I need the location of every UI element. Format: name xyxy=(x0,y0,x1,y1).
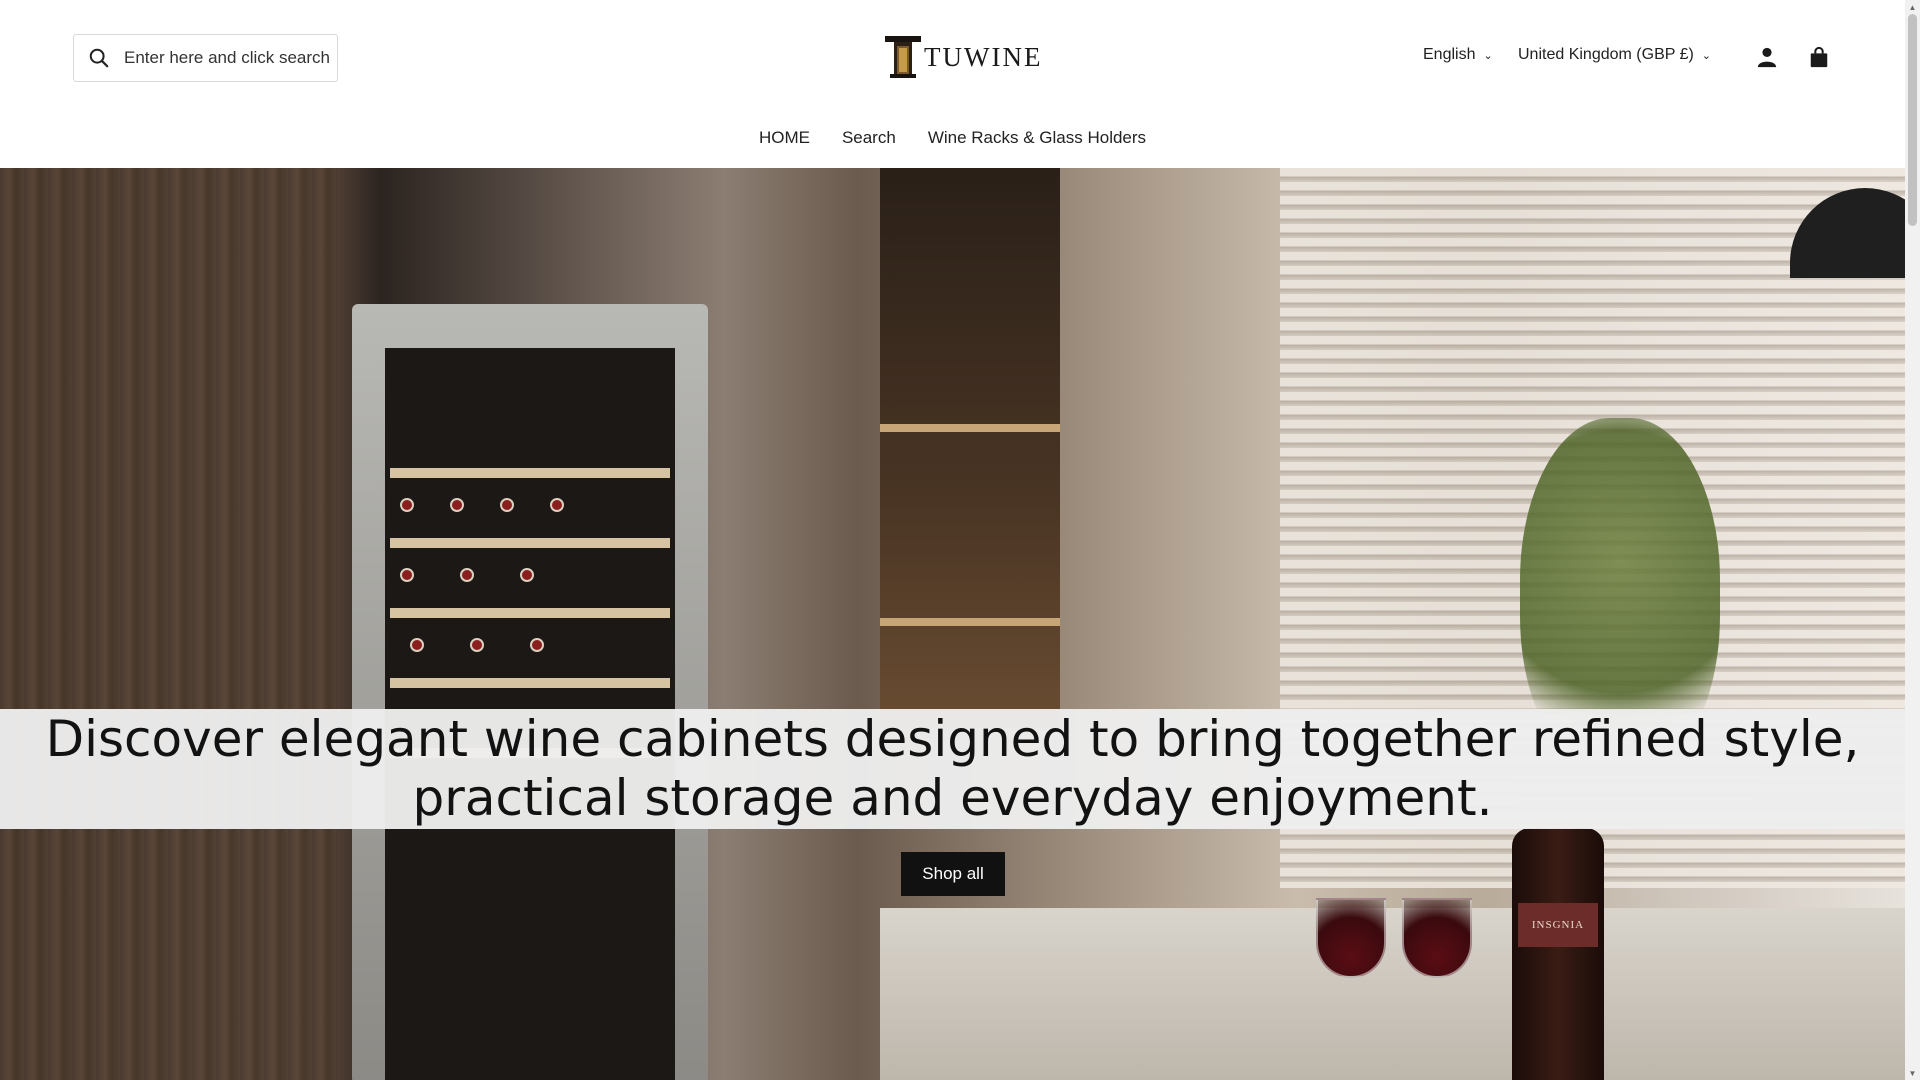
wine-bottle-end xyxy=(470,638,484,652)
wine-glass xyxy=(1316,898,1386,978)
cabinet-shelf xyxy=(390,678,670,688)
site-header: TUWINE English ⌄ United Kingdom (GBP £) … xyxy=(0,0,1905,168)
wine-glass xyxy=(1402,898,1472,978)
chevron-down-icon: ⌄ xyxy=(1701,49,1712,62)
nav-item-wine-racks[interactable]: Wine Racks & Glass Holders xyxy=(928,128,1146,148)
shopping-bag-icon[interactable] xyxy=(1808,46,1830,68)
wine-bottle-end xyxy=(520,568,534,582)
user-icon[interactable] xyxy=(1756,46,1778,68)
main-nav: HOME Search Wine Racks & Glass Holders xyxy=(0,128,1905,148)
glass-shelf-niche xyxy=(880,168,1060,728)
shop-all-button[interactable]: Shop all xyxy=(901,852,1005,896)
cabinet-shelf xyxy=(390,468,670,478)
hero-image: INSGNIA xyxy=(0,168,1905,1080)
wine-bottle-end xyxy=(400,498,414,512)
wine-bottle-end xyxy=(530,638,544,652)
bottle-label: INSGNIA xyxy=(1518,903,1598,947)
nav-item-search[interactable]: Search xyxy=(842,128,896,148)
country-label: United Kingdom (GBP £) xyxy=(1518,46,1694,63)
wine-bottle-end xyxy=(450,498,464,512)
tuwine-logo-mark xyxy=(885,36,921,78)
search-icon[interactable] xyxy=(88,47,110,69)
scroll-up-icon[interactable]: ▲ xyxy=(1905,0,1920,14)
wine-bottle-end xyxy=(400,568,414,582)
wine-bottle-end xyxy=(410,638,424,652)
search-input[interactable] xyxy=(124,48,329,68)
nav-item-home[interactable]: HOME xyxy=(759,128,810,148)
cabinet-shelf xyxy=(390,538,670,548)
language-selector[interactable]: English ⌄ xyxy=(1423,46,1493,64)
scrollbar-thumb[interactable] xyxy=(1908,14,1917,226)
site-logo[interactable]: TUWINE xyxy=(884,33,1042,81)
niche-shelf xyxy=(880,424,1060,432)
chevron-down-icon: ⌄ xyxy=(1483,49,1493,62)
country-selector[interactable]: United Kingdom (GBP £) ⌄ xyxy=(1518,46,1711,64)
language-label: English xyxy=(1423,46,1476,63)
hero-banner: Discover elegant wine cabinets designed … xyxy=(0,709,1905,829)
search-box[interactable] xyxy=(73,34,338,82)
cabinet-shelf xyxy=(390,608,670,618)
wood-wall xyxy=(0,168,340,1080)
niche-shelf xyxy=(880,618,1060,626)
scroll-down-icon[interactable]: ▼ xyxy=(1905,1066,1920,1080)
wine-bottle xyxy=(1512,828,1604,1080)
wine-bottle-end xyxy=(550,498,564,512)
wine-bottle-end xyxy=(460,568,474,582)
marble-counter xyxy=(880,908,1905,1080)
hero-headline: Discover elegant wine cabinets designed … xyxy=(45,710,1860,827)
wine-bottle-end xyxy=(500,498,514,512)
logo-text: TUWINE xyxy=(924,41,1043,72)
